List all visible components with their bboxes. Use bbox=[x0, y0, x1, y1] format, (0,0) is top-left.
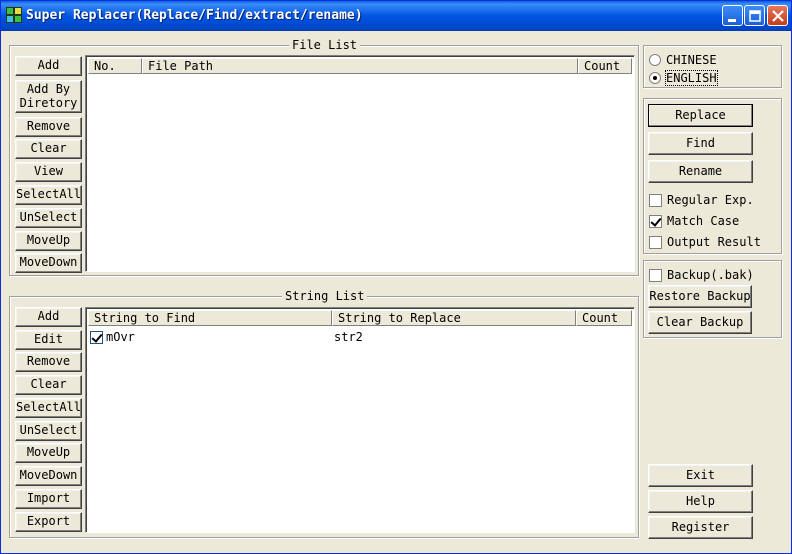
string-clear-button[interactable]: Clear bbox=[15, 375, 82, 395]
column-header-count[interactable]: Count bbox=[576, 310, 632, 326]
string-add-button[interactable]: Add bbox=[15, 307, 82, 327]
string-list-header: String to Find String to Replace Count bbox=[88, 310, 632, 326]
app-icon bbox=[6, 7, 22, 23]
radio-chinese-label: CHINESE bbox=[666, 53, 717, 67]
file-selectall-button[interactable]: SelectAll bbox=[15, 185, 82, 205]
window-title: Super Replacer(Replace/Find/extract/rena… bbox=[26, 8, 363, 23]
title-bar[interactable]: Super Replacer(Replace/Find/extract/rena… bbox=[1, 1, 791, 31]
regular-exp-box[interactable] bbox=[649, 193, 662, 207]
clear-backup-button[interactable]: Clear Backup bbox=[648, 311, 752, 334]
string-list-legend: String List bbox=[282, 289, 368, 303]
backup-label: Backup(.bak) bbox=[667, 268, 754, 282]
column-header-string-to-find[interactable]: String to Find bbox=[88, 310, 332, 326]
row-replace-value: str2 bbox=[334, 330, 363, 344]
radio-chinese[interactable]: CHINESE bbox=[649, 53, 717, 67]
file-remove-button[interactable]: Remove bbox=[15, 117, 82, 137]
string-moveup-button[interactable]: MoveUp bbox=[15, 443, 82, 463]
file-list-view[interactable]: No. File Path Count bbox=[85, 55, 635, 272]
regular-exp-label: Regular Exp. bbox=[667, 193, 754, 207]
row-find-value: mOvr bbox=[106, 330, 135, 344]
backup-box[interactable] bbox=[649, 268, 662, 282]
column-header-count[interactable]: Count bbox=[578, 58, 632, 74]
string-export-button[interactable]: Export bbox=[15, 512, 82, 532]
file-list-header: No. File Path Count bbox=[88, 58, 632, 74]
output-result-box[interactable] bbox=[649, 235, 662, 249]
radio-chinese-button[interactable] bbox=[649, 54, 661, 66]
close-icon bbox=[772, 10, 784, 22]
register-button[interactable]: Register bbox=[648, 516, 753, 539]
match-case-box[interactable] bbox=[649, 214, 662, 228]
radio-english-label: ENGLISH bbox=[665, 70, 718, 86]
file-movedown-button[interactable]: MoveDown bbox=[15, 253, 82, 273]
file-add-by-diretory-button[interactable]: Add By Diretory bbox=[15, 80, 82, 113]
file-view-button[interactable]: View bbox=[15, 162, 82, 182]
rename-button[interactable]: Rename bbox=[648, 160, 753, 183]
string-import-button[interactable]: Import bbox=[15, 489, 82, 509]
maximize-icon bbox=[749, 10, 761, 22]
maximize-button[interactable] bbox=[744, 5, 765, 26]
match-case-label: Match Case bbox=[667, 214, 740, 228]
minimize-icon bbox=[728, 19, 736, 22]
column-header-file-path[interactable]: File Path bbox=[142, 58, 578, 74]
match-case-checkbox[interactable]: Match Case bbox=[649, 214, 739, 228]
exit-button[interactable]: Exit bbox=[648, 464, 753, 487]
replace-button[interactable]: Replace bbox=[648, 104, 753, 127]
main-window: Super Replacer(Replace/Find/extract/rena… bbox=[0, 0, 792, 554]
file-moveup-button[interactable]: MoveUp bbox=[15, 231, 82, 251]
output-result-label: Output Result bbox=[667, 235, 761, 249]
help-button[interactable]: Help bbox=[648, 490, 753, 513]
radio-english-button[interactable] bbox=[649, 72, 661, 84]
file-unselect-button[interactable]: UnSelect bbox=[15, 208, 82, 228]
regular-exp-checkbox[interactable]: Regular Exp. bbox=[649, 193, 754, 207]
file-clear-button[interactable]: Clear bbox=[15, 139, 82, 159]
restore-backup-button[interactable]: Restore Backup bbox=[648, 285, 752, 308]
table-row[interactable]: mOvr str2 bbox=[90, 329, 574, 345]
string-edit-button[interactable]: Edit bbox=[15, 330, 82, 350]
backup-checkbox[interactable]: Backup(.bak) bbox=[649, 268, 754, 282]
string-unselect-button[interactable]: UnSelect bbox=[15, 421, 82, 441]
column-header-no[interactable]: No. bbox=[88, 58, 142, 74]
radio-english[interactable]: ENGLISH bbox=[649, 70, 718, 86]
minimize-button[interactable] bbox=[722, 5, 743, 26]
column-header-string-to-replace[interactable]: String to Replace bbox=[332, 310, 576, 326]
file-list-legend: File List bbox=[289, 38, 361, 52]
string-list-view[interactable]: String to Find String to Replace Count m… bbox=[85, 307, 635, 533]
string-movedown-button[interactable]: MoveDown bbox=[15, 466, 82, 486]
output-result-checkbox[interactable]: Output Result bbox=[649, 235, 761, 249]
find-button[interactable]: Find bbox=[648, 132, 753, 155]
close-button[interactable] bbox=[767, 5, 788, 26]
string-remove-button[interactable]: Remove bbox=[15, 352, 82, 372]
string-selectall-button[interactable]: SelectAll bbox=[15, 398, 82, 418]
row-checkbox[interactable] bbox=[90, 330, 103, 344]
file-add-button[interactable]: Add bbox=[15, 56, 82, 76]
